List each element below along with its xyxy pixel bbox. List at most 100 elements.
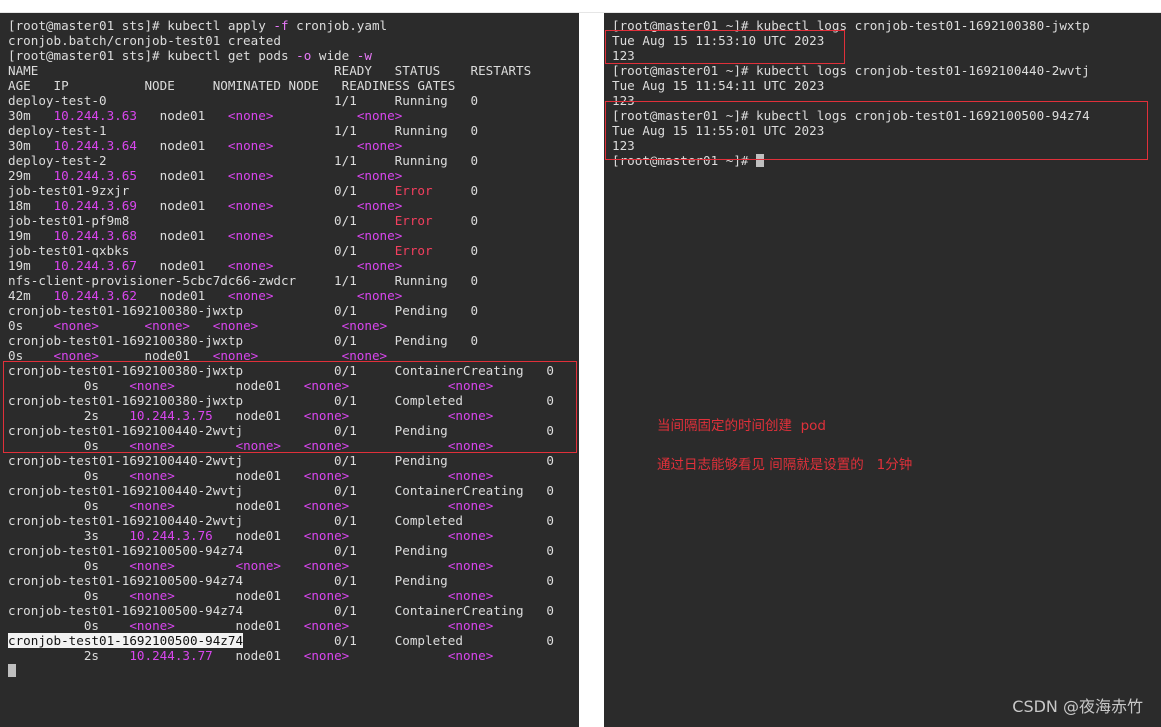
terminal-text: job-test01-qxbks 0/1 [8, 243, 395, 258]
terminal-text: <none> [356, 168, 403, 183]
terminal-text: cronjob-test01-1692100380-jwxtp 0/1 Pend… [8, 303, 479, 318]
terminal-text: 10.244.3.62 [53, 288, 137, 303]
terminal-text: 0s [8, 588, 130, 603]
terminal-line: 42m 10.244.3.62 node01 <none> <none> [8, 288, 554, 303]
terminal-text: <none> [447, 468, 494, 483]
terminal-text: 10.244.3.63 [53, 108, 137, 123]
terminal-text: cronjob-test01-1692100500-94z74 0/1 Cont… [8, 603, 554, 618]
terminal-text: <none> [356, 288, 403, 303]
terminal-text: <none> [227, 258, 274, 273]
terminal-text: <none> [356, 228, 403, 243]
terminal-text: <none> [129, 468, 175, 483]
terminal-text: 0s [8, 318, 54, 333]
annotation-line-2: 通过日志能够看见 间隔就是设置的 1分钟 [657, 457, 913, 473]
terminal-text: [root@master01 ~]# kubectl logs cronjob-… [612, 63, 1090, 78]
terminal-text: <none> [227, 288, 274, 303]
highlight-box-log-1 [605, 30, 845, 64]
terminal-text: Error [394, 183, 433, 198]
terminal-text: AGE IP NODE NOMINATED NODE READINESS GAT… [8, 78, 456, 93]
terminal-text: <none> [53, 318, 100, 333]
terminal-text: 19m [8, 258, 54, 273]
terminal-text: 0s [8, 618, 130, 633]
terminal-line: 18m 10.244.3.69 node01 <none> <none> [8, 198, 554, 213]
terminal-line: [root@master01 sts]# kubectl apply -f cr… [8, 18, 554, 33]
highlight-box-pods [3, 361, 577, 453]
terminal-text: 10.244.3.77 [129, 648, 213, 663]
terminal-text: <none> [212, 318, 259, 333]
terminal-text: <none> [144, 318, 191, 333]
terminal-text: node01 [136, 108, 228, 123]
terminal-text: <none> [227, 198, 274, 213]
terminal-text: cronjob-test01-1692100440-2wvtj 0/1 Cont… [8, 483, 554, 498]
highlight-box-log-3 [605, 101, 1148, 160]
terminal-text: node01 [212, 528, 304, 543]
terminal-text: 0s [8, 498, 130, 513]
terminal-text: NAME READY STATUS RESTARTS [8, 63, 532, 78]
terminal-line: AGE IP NODE NOMINATED NODE READINESS GAT… [8, 78, 554, 93]
terminal-text: 10.244.3.68 [53, 228, 137, 243]
terminal-text: -w [356, 48, 372, 63]
terminal-text: <none> [447, 588, 494, 603]
terminal-line: 29m 10.244.3.65 node01 <none> <none> [8, 168, 554, 183]
terminal-line: NAME READY STATUS RESTARTS [8, 63, 554, 78]
terminal-text: 10.244.3.69 [53, 198, 137, 213]
terminal-text: deploy-test-2 1/1 Running 0 [8, 153, 479, 168]
terminal-text: 0s [8, 558, 130, 573]
terminal-text: cronjob.batch/cronjob-test01 created [8, 33, 281, 48]
terminal-text: <none> [303, 648, 350, 663]
terminal-text: node01 [174, 498, 304, 513]
terminal-line: cronjob-test01-1692100380-jwxtp 0/1 Pend… [8, 333, 554, 348]
terminal-text: <none> [447, 618, 494, 633]
terminal-text: [root@master01 sts]# kubectl apply [8, 18, 274, 33]
terminal-text: cronjob-test01-1692100380-jwxtp 0/1 Pend… [8, 333, 479, 348]
terminal-text: 30m [8, 108, 54, 123]
terminal-cursor [8, 663, 16, 678]
terminal-text: node01 [174, 588, 304, 603]
terminal-line: 0s <none> node01 <none> <none> [8, 498, 554, 513]
terminal-text: <none> [303, 498, 350, 513]
terminal-text: job-test01-9zxjr 0/1 [8, 183, 395, 198]
terminal-line: cronjob-test01-1692100440-2wvtj 0/1 Cont… [8, 483, 554, 498]
terminal-line: 30m 10.244.3.64 node01 <none> <none> [8, 138, 554, 153]
terminal-text: 10.244.3.76 [129, 528, 213, 543]
terminal-text: 10.244.3.64 [53, 138, 137, 153]
terminal-text: <none> [341, 318, 388, 333]
annotation-line-1: 当间隔固定的时间创建 pod [657, 418, 826, 434]
terminal-text: 0 [432, 213, 479, 228]
terminal-text: node01 [136, 138, 228, 153]
terminal-text: <none> [227, 138, 274, 153]
terminal-line: job-test01-pf9m8 0/1 Error 0 [8, 213, 554, 228]
terminal-line: cronjob-test01-1692100440-2wvtj 0/1 Comp… [8, 513, 554, 528]
terminal-line: 0s <none> <none> <none> <none> [8, 318, 554, 333]
terminal-text: <none> [129, 588, 175, 603]
terminal-text: <none> [447, 648, 494, 663]
terminal-text: Error [394, 243, 433, 258]
terminal-line: deploy-test-0 1/1 Running 0 [8, 93, 554, 108]
terminal-text: <none> [303, 528, 350, 543]
terminal-text: [root@master01 sts]# kubectl get pods [8, 48, 297, 63]
terminal-text: node01 [174, 618, 304, 633]
terminal-text: -o [296, 48, 312, 63]
terminal-line: cronjob-test01-1692100500-94z74 0/1 Cont… [8, 603, 554, 618]
terminal-text: cronjob-test01-1692100500-94z74 0/1 Pend… [8, 543, 554, 558]
terminal-text: 30m [8, 138, 54, 153]
terminal-text: <none> [356, 108, 403, 123]
terminal-line: cronjob-test01-1692100440-2wvtj 0/1 Pend… [8, 453, 554, 468]
terminal-text: <none> [227, 168, 274, 183]
terminal-line: 0s <none> node01 <none> <none> [8, 588, 554, 603]
left-terminal-output: [root@master01 sts]# kubectl apply -f cr… [8, 18, 554, 663]
terminal-line: 0s <none> node01 <none> <none> [8, 618, 554, 633]
terminal-text: <none> [356, 138, 403, 153]
terminal-text: job-test01-pf9m8 0/1 [8, 213, 395, 228]
terminal-text: 0/1 Completed 0 [243, 633, 554, 648]
terminal-text: <none> [227, 228, 274, 243]
